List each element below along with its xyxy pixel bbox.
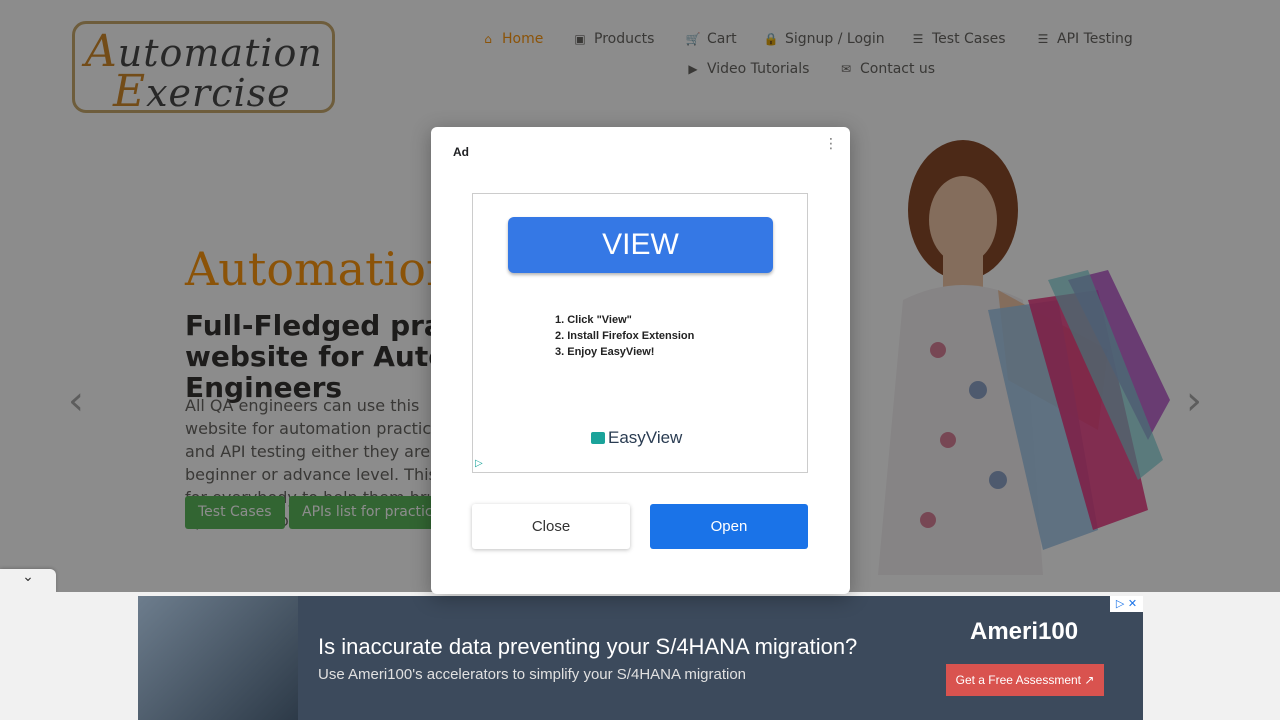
ad-step: 1. Click "View" [555,314,632,326]
chevron-down-icon: ⌄ [22,569,34,585]
eye-icon [591,432,605,444]
ad-step: 3. Enjoy EasyView! [555,346,655,358]
easyview-logo: EasyView [591,428,682,448]
ad-creative[interactable]: VIEW 1. Click "View" 2. Install Firefox … [472,193,808,473]
ad-label: Ad [453,145,469,159]
collapse-ad-toggle[interactable]: ⌄ [0,569,56,593]
close-button[interactable]: Close [472,504,630,549]
ad-office-photo [138,596,298,720]
adchoices-icon[interactable]: ▷ [475,458,483,469]
ad-subline: Use Ameri100's accelerators to simplify … [318,666,747,683]
ad-cta-button[interactable]: Get a Free Assessment ↗ [946,664,1104,696]
bottom-banner-ad[interactable]: Is inaccurate data preventing your S/4HA… [138,596,1143,720]
easyview-brand: EasyView [608,428,683,447]
ad-step: 2. Install Firefox Extension [555,330,695,342]
ad-headline: Is inaccurate data preventing your S/4HA… [318,634,858,659]
ad-brand-logo: Ameri100 [970,618,1079,645]
open-button[interactable]: Open [650,504,808,549]
ad-close-icon[interactable]: ▷ ✕ [1110,596,1143,612]
ad-dialog: Ad ⋮ VIEW 1. Click "View" 2. Install Fir… [431,127,850,594]
view-button[interactable]: VIEW [508,217,773,273]
more-options-icon[interactable]: ⋮ [824,137,838,151]
ad-steps-list: 1. Click "View" 2. Install Firefox Exten… [555,312,694,360]
